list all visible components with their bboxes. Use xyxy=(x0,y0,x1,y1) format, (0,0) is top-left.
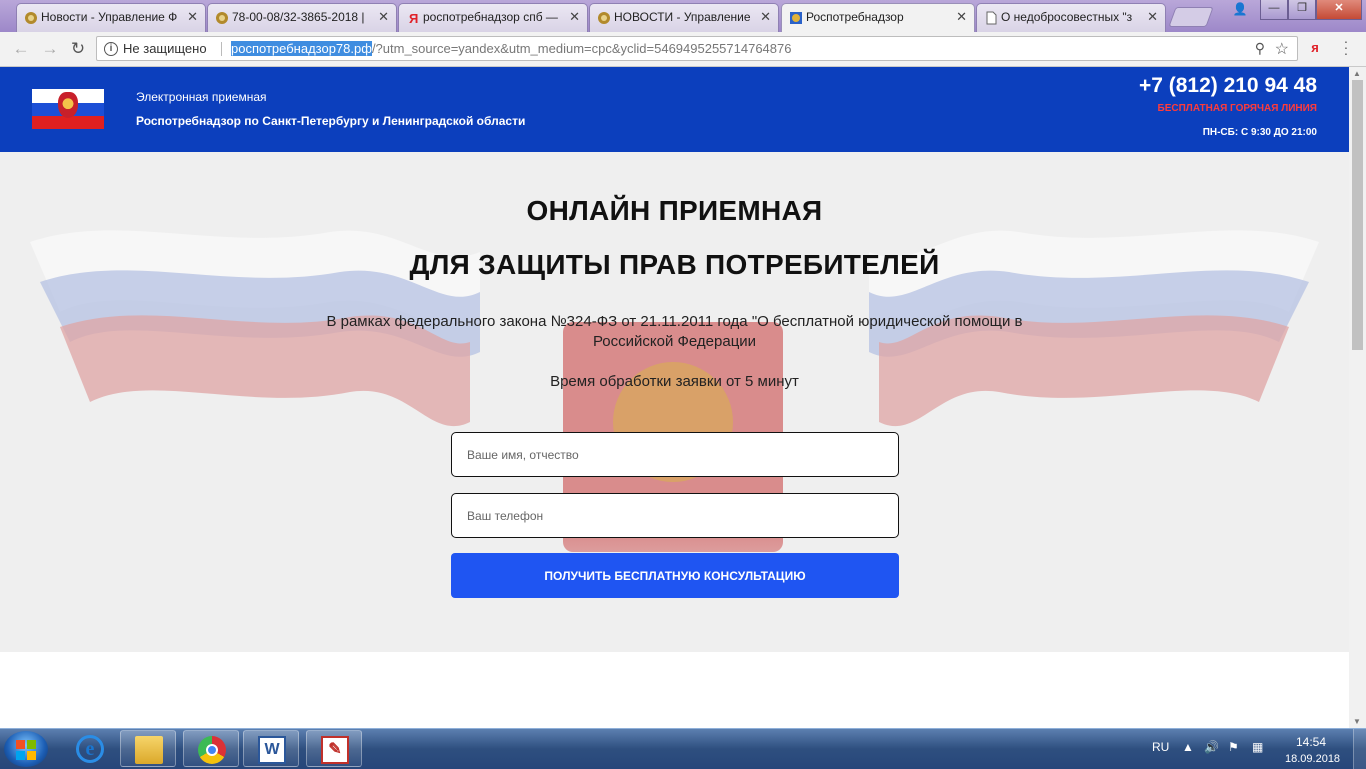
url-path: /?utm_source=yandex&utm_medium=cpc&yclid… xyxy=(371,41,792,56)
back-arrow-icon[interactable]: ← xyxy=(11,39,31,59)
clock-time[interactable]: 14:54 xyxy=(1296,735,1326,749)
clock-date[interactable]: 18.09.2018 xyxy=(1285,753,1340,765)
action-center-flag-icon[interactable]: ⚑ xyxy=(1228,740,1239,754)
tab-title: Новости - Управление Ф xyxy=(41,10,178,24)
tab-title: Роспотребнадзор xyxy=(806,10,904,24)
taskbar-chrome[interactable] xyxy=(183,730,239,767)
header-subtitle: Электронная приемная xyxy=(136,90,267,104)
phone-input[interactable] xyxy=(451,493,899,538)
tab-title: роспотребнадзор спб — xyxy=(423,10,558,24)
chrome-icon xyxy=(198,736,226,764)
scroll-thumb[interactable] xyxy=(1352,80,1363,350)
tab-title: НОВОСТИ - Управление xyxy=(614,10,751,24)
browser-toolbar: ← → ↻ i Не защищено роспотребнадзор78.рф… xyxy=(0,32,1366,67)
pdf-icon: ✎ xyxy=(321,736,349,764)
info-icon[interactable]: i xyxy=(104,42,118,56)
header-organization: Роспотребнадзор по Санкт-Петербургу и Ле… xyxy=(136,114,526,128)
bookmark-star-icon[interactable]: ☆ xyxy=(1275,39,1289,59)
header-phone[interactable]: +7 (812) 210 94 48 xyxy=(1139,74,1317,98)
processing-time-text: Время обработки заявки от 5 минут xyxy=(550,373,799,390)
reload-icon[interactable]: ↻ xyxy=(68,39,88,59)
hero-title-line2: ДЛЯ ЗАЩИТЫ ПРАВ ПОТРЕБИТЕЛЕЙ xyxy=(409,249,940,280)
document-icon xyxy=(984,11,998,25)
web-page: Электронная приемная Роспотребнадзор по … xyxy=(0,67,1349,728)
window-controls: 👤 — ❐ ✕ xyxy=(1226,0,1362,20)
start-button[interactable] xyxy=(4,731,48,767)
emblem-icon xyxy=(597,11,611,25)
scroll-down-arrow-icon[interactable]: ▼ xyxy=(1353,717,1361,726)
tab-unfair[interactable]: О недобросовестных "з ✕ xyxy=(976,3,1166,32)
tab-news-2[interactable]: НОВОСТИ - Управление ✕ xyxy=(589,3,779,32)
close-icon[interactable]: ✕ xyxy=(1147,10,1158,24)
security-label[interactable]: Не защищено xyxy=(123,41,207,56)
site-header: Электронная приемная Роспотребнадзор по … xyxy=(0,67,1349,152)
tab-title: 78-00-08/32-3865-2018 | xyxy=(232,10,365,24)
name-input[interactable] xyxy=(451,432,899,477)
tab-rospotrebnadzor[interactable]: Роспотребнадзор ✕ xyxy=(781,3,975,32)
close-icon[interactable]: ✕ xyxy=(956,10,967,24)
zoom-icon[interactable]: ⚲ xyxy=(1255,40,1265,57)
russian-flag-logo xyxy=(32,89,104,129)
url-host: роспотребнадзор78.рф xyxy=(231,41,372,56)
language-indicator[interactable]: RU xyxy=(1152,740,1169,754)
menu-icon[interactable]: · · · xyxy=(1340,34,1352,60)
close-window-button[interactable]: ✕ xyxy=(1316,0,1362,20)
close-icon[interactable]: ✕ xyxy=(760,10,771,24)
hero-lead-text: В рамках федерального закона №324-ФЗ от … xyxy=(326,313,1023,350)
hero-section: ОНЛАЙН ПРИЕМНАЯ ДЛЯ ЗАЩИТЫ ПРАВ ПОТРЕБИТ… xyxy=(0,152,1349,652)
yandex-extension-icon[interactable]: я xyxy=(1308,39,1322,57)
ie-icon: e xyxy=(76,735,104,763)
volume-icon[interactable]: 🔊 xyxy=(1204,740,1219,754)
yandex-icon: Я xyxy=(406,11,420,26)
tab-news-1[interactable]: Новости - Управление Ф ✕ xyxy=(16,3,206,32)
hotline-label: БЕСПЛАТНАЯ ГОРЯЧАЯ ЛИНИЯ xyxy=(1157,103,1317,114)
emblem-icon xyxy=(24,11,38,25)
hero-title-line1: ОНЛАЙН ПРИЕМНАЯ xyxy=(526,195,823,226)
url-text[interactable]: роспотребнадзор78.рф/?utm_source=yandex&… xyxy=(231,41,791,56)
word-icon: W xyxy=(258,736,286,764)
tab-document-number[interactable]: 78-00-08/32-3865-2018 | ✕ xyxy=(207,3,397,32)
forward-arrow-icon[interactable]: → xyxy=(40,39,60,59)
page-scrollbar[interactable]: ▲ ▼ xyxy=(1349,67,1366,728)
svg-text:Я: Я xyxy=(409,11,418,25)
tray-expand-icon[interactable]: ▲ xyxy=(1182,740,1194,754)
emblem-icon xyxy=(789,11,803,25)
close-icon[interactable]: ✕ xyxy=(187,10,198,24)
show-desktop-button[interactable] xyxy=(1353,729,1366,769)
coat-of-arms-icon xyxy=(58,92,78,118)
tab-title: О недобросовестных "з xyxy=(1001,10,1133,24)
network-icon[interactable]: ▦ xyxy=(1252,740,1263,754)
close-icon[interactable]: ✕ xyxy=(378,10,389,24)
maximize-button[interactable]: ❐ xyxy=(1288,0,1316,20)
taskbar-explorer[interactable] xyxy=(120,730,176,767)
new-tab-button[interactable] xyxy=(1168,7,1214,27)
user-icon[interactable]: 👤 xyxy=(1226,0,1254,19)
working-hours: ПН-СБ: С 9:30 ДО 21:00 xyxy=(1202,127,1317,138)
scroll-up-arrow-icon[interactable]: ▲ xyxy=(1353,69,1361,78)
tab-yandex-search[interactable]: Я роспотребнадзор спб — ✕ xyxy=(398,3,588,32)
emblem-icon xyxy=(215,11,229,25)
taskbar-pdf[interactable]: ✎ xyxy=(306,730,362,767)
address-bar[interactable]: i Не защищено роспотребнадзор78.рф/?utm_… xyxy=(96,36,1298,61)
minimize-button[interactable]: — xyxy=(1260,0,1288,20)
taskbar-word[interactable]: W xyxy=(243,730,299,767)
close-icon[interactable]: ✕ xyxy=(569,10,580,24)
windows-taskbar: e W ✎ RU ▲ 🔊 ⚑ ▦ 14:54 18.09.2018 xyxy=(0,728,1366,769)
tab-strip: Новости - Управление Ф ✕ 78-00-08/32-386… xyxy=(0,0,1366,32)
taskbar-ie[interactable]: e xyxy=(62,730,118,767)
divider xyxy=(221,42,222,56)
folder-icon xyxy=(135,736,163,764)
get-consultation-button[interactable]: ПОЛУЧИТЬ БЕСПЛАТНУЮ КОНСУЛЬТАЦИЮ xyxy=(451,553,899,598)
